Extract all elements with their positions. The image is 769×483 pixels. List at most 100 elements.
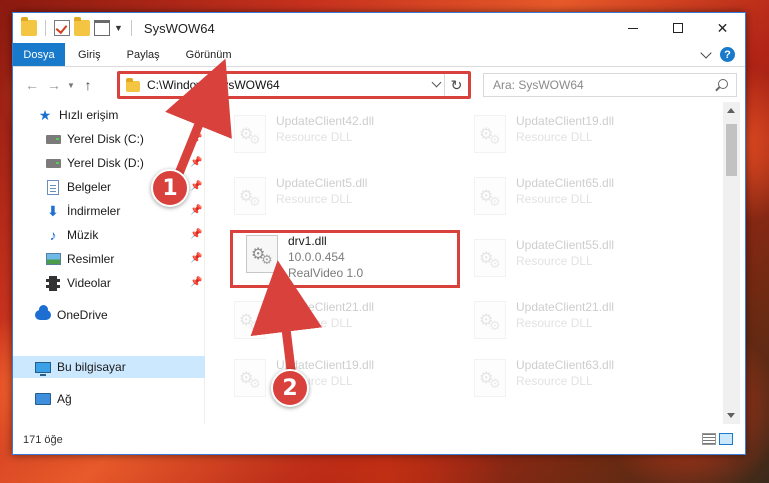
dll-file-icon [234, 301, 266, 339]
sidebar-item-quick-access[interactable]: ★ Hızlı erişim [13, 104, 205, 126]
properties-icon[interactable] [94, 20, 110, 36]
videos-icon [46, 275, 60, 291]
network-icon [35, 393, 51, 405]
file-name: UpdateClient63.dll [516, 358, 615, 372]
file-description: Resource DLL [516, 316, 593, 330]
sidebar-item-label: Hızlı erişim [59, 108, 119, 122]
sidebar-item-videos[interactable]: Videolar 📌 [13, 272, 205, 294]
file-description: RealVideo 1.0 [288, 266, 364, 280]
help-icon[interactable]: ? [720, 47, 735, 62]
minimize-icon [627, 27, 638, 29]
dll-file-icon [234, 359, 266, 397]
scroll-down-icon[interactable] [727, 413, 735, 418]
file-item-drv1[interactable]: drv1.dll 10.0.0.454 RealVideo 1.0 [246, 232, 476, 292]
ribbon-tabs: Dosya Giriş Paylaş Görünüm ? [13, 43, 745, 67]
tab-share[interactable]: Paylaş [114, 43, 173, 66]
file-item[interactable]: UpdateClient55.dll Resource DLL [474, 236, 704, 284]
sidebar-item-label: OneDrive [57, 308, 108, 322]
back-button[interactable]: ← [21, 74, 43, 96]
maximize-button[interactable] [655, 13, 700, 43]
file-item[interactable]: UpdateClient63.dll Resource DLL [474, 356, 704, 404]
quick-access-toolbar: ▼ [21, 17, 136, 36]
close-button[interactable]: ✕ [700, 13, 745, 43]
sidebar-item-network[interactable]: Ağ [13, 388, 205, 410]
toolbar-separator [130, 20, 132, 36]
file-item[interactable]: UpdateClient19.dllResource DLL [474, 112, 704, 160]
refresh-button[interactable]: ↻ [444, 74, 468, 96]
recent-locations-dropdown-icon[interactable]: ▼ [65, 81, 77, 90]
sidebar-item-label: Belgeler [67, 180, 112, 194]
refresh-icon: ↻ [450, 76, 463, 93]
pin-icon: 📌 [190, 133, 203, 144]
file-item[interactable]: UpdateClient21.dll Resource DLL [474, 298, 704, 346]
dll-file-icon [234, 177, 266, 215]
search-icon[interactable] [718, 79, 728, 89]
dll-file-icon [246, 235, 278, 273]
ribbon-right-controls: ? [700, 43, 735, 66]
file-description: Resource DLL [276, 130, 353, 144]
details-view-icon[interactable] [702, 433, 716, 445]
title-bar: ▼ SysWOW64 ✕ [13, 13, 745, 43]
search-input[interactable]: Ara: SysWOW64 [483, 73, 737, 97]
properties-check-icon[interactable] [54, 20, 70, 36]
back-arrow-icon: ← [25, 77, 39, 93]
file-description: Resource DLL [516, 374, 593, 388]
status-bar: 171 öğe [13, 424, 745, 454]
file-item[interactable]: UpdateClient42.dll Resource DLL [234, 112, 464, 160]
item-count: 171 öğe [23, 433, 63, 446]
new-folder-icon[interactable] [74, 17, 90, 36]
file-description: Resource DLL [516, 192, 593, 206]
large-icons-view-icon[interactable] [719, 433, 733, 445]
sidebar-item-label: Yerel Disk (C:) [67, 132, 144, 146]
tab-home[interactable]: Giriş [65, 43, 114, 66]
sidebar-item-music[interactable]: ♪ Müzik 📌 [13, 224, 205, 246]
up-button[interactable]: ↑ [77, 74, 99, 96]
up-arrow-icon: ↑ [84, 77, 92, 93]
sidebar-item-label: Müzik [67, 228, 99, 242]
address-history-chevron-icon[interactable] [431, 77, 442, 88]
file-item[interactable]: UpdateClient21.dll Resource DLL [234, 298, 464, 346]
pictures-icon [45, 253, 61, 265]
window-title: SysWOW64 [143, 20, 215, 36]
tab-view[interactable]: Görünüm [173, 43, 245, 66]
file-item[interactable]: UpdateClient5.dll Resource DLL [234, 174, 464, 222]
file-name: UpdateClient5.dll [276, 176, 368, 190]
sidebar-item-onedrive[interactable]: OneDrive [13, 304, 205, 326]
minimize-button[interactable] [610, 13, 655, 43]
sidebar-item-pictures[interactable]: Resimler 📌 [13, 248, 205, 270]
close-icon: ✕ [716, 19, 729, 36]
sidebar-item-label: Resimler [67, 252, 115, 266]
file-description: Resource DLL [516, 254, 593, 268]
scroll-thumb[interactable] [726, 124, 737, 176]
view-toggle [702, 433, 733, 445]
star-icon: ★ [38, 106, 52, 123]
forward-button[interactable]: → [43, 74, 65, 96]
sidebar-item-label: Ağ [57, 392, 72, 406]
file-description: Resource DLL [276, 192, 353, 206]
onedrive-icon [35, 305, 51, 320]
sidebar-item-this-pc[interactable]: Bu bilgisayar [13, 356, 205, 378]
file-item[interactable]: UpdateClient19.dllResource DLL [234, 356, 464, 404]
customize-toolbar-dropdown-icon[interactable]: ▼ [114, 23, 123, 33]
tab-file[interactable]: Dosya [13, 43, 65, 66]
file-description: Resource DLL [276, 316, 353, 330]
file-name: UpdateClient21.dll [276, 300, 375, 314]
address-bar[interactable]: C:\Windows\SysWOW64 ↻ [119, 73, 469, 97]
maximize-icon [672, 23, 683, 33]
dll-file-icon [234, 115, 266, 153]
scroll-up-icon[interactable] [727, 108, 735, 113]
address-path[interactable]: C:\Windows\SysWOW64 [147, 78, 280, 92]
forward-arrow-icon: → [47, 77, 61, 93]
dll-file-icon [474, 301, 506, 339]
sidebar-item-label: İndirmeler [67, 204, 121, 218]
sidebar-item-local-disk-c[interactable]: Yerel Disk (C:) 📌 [13, 128, 205, 150]
sidebar-item-label: Videolar [67, 276, 111, 290]
window-controls: ✕ [610, 13, 745, 43]
file-item[interactable]: UpdateClient65.dll Resource DLL [474, 174, 704, 222]
callout-badge-1: 1 [151, 169, 189, 207]
file-name: drv1.dll [288, 234, 327, 248]
drive-icon [45, 134, 61, 144]
sidebar-item-label: Bu bilgisayar [57, 360, 126, 374]
expand-ribbon-chevron-icon[interactable] [700, 46, 712, 59]
vertical-scrollbar[interactable] [723, 102, 740, 424]
